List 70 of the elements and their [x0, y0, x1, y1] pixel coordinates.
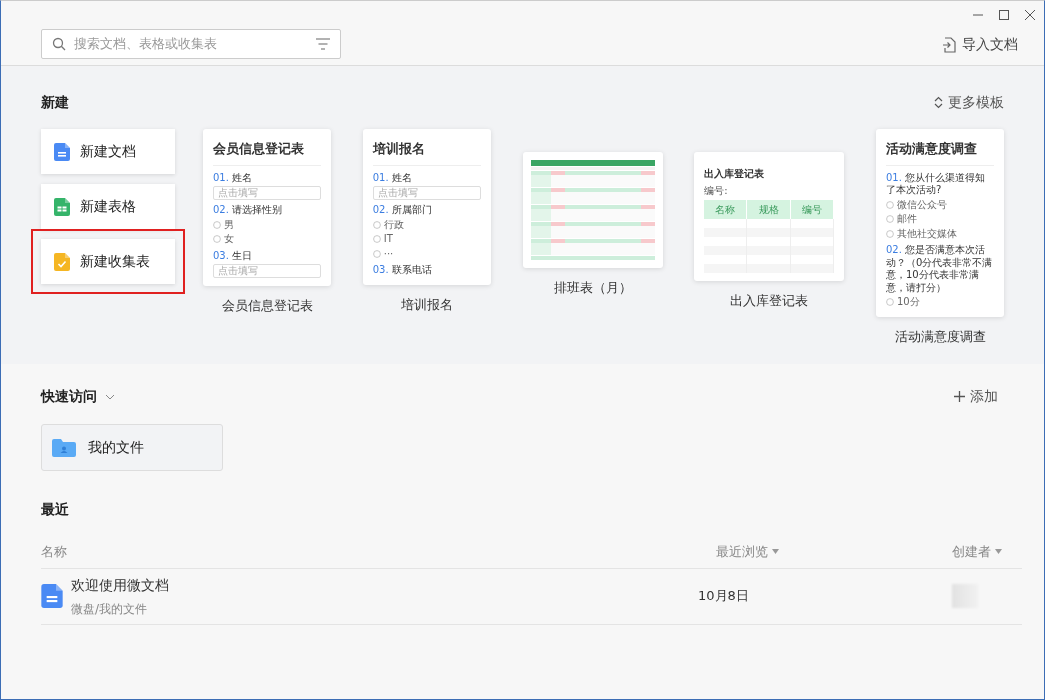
preview-option: 其他社交媒体 — [897, 227, 957, 240]
preview-label: 编号: — [704, 184, 729, 198]
column-header: 名称 — [41, 543, 67, 561]
template-name[interactable]: 培训报名 — [400, 294, 453, 314]
search-icon — [52, 37, 66, 51]
form-icon — [54, 252, 70, 271]
preview-column-header: 规格 — [746, 200, 791, 219]
preview-title: 培训报名 — [372, 139, 481, 166]
preview-question: 01. 姓名 — [372, 171, 413, 184]
preview-question: 02. 请选择性别 — [213, 204, 284, 217]
template-preview[interactable]: 培训报名 01. 姓名 点击填写 02. 所属部门 行政 IT ··· 03. 联系电话 — [362, 129, 491, 285]
preview-option: 女 — [224, 233, 234, 246]
create-button[interactable]: 新建收集表 — [41, 239, 175, 284]
preview-option: ··· — [383, 247, 394, 260]
preview-column-header: 名称 — [704, 200, 747, 219]
preview-option: 微信公众号 — [897, 198, 947, 211]
folder-card[interactable]: 我的文件 — [41, 424, 223, 471]
preview-title: 活动满意度调查 — [886, 139, 994, 166]
sort-icon[interactable] — [772, 549, 779, 555]
preview-field: 点击填写 — [372, 186, 481, 200]
preview-field: 点击填写 — [213, 264, 321, 278]
more-templates-button[interactable]: 更多模板 — [934, 92, 1004, 113]
document-icon — [54, 142, 70, 161]
preview-column-header: 编号 — [790, 200, 834, 219]
import-icon — [942, 36, 956, 53]
template-name[interactable]: 出入库登记表 — [730, 291, 809, 311]
close-icon[interactable] — [1024, 9, 1036, 21]
section-title: 新建 — [41, 93, 69, 112]
search-box[interactable]: 搜索文档、表格或收集表 — [41, 29, 341, 59]
preview-question: 02. 您是否满意本次活动？（0分代表非常不满意，10分代表非常满意，请打分） — [886, 244, 994, 294]
preview-option: 邮件 — [897, 213, 917, 226]
preview-question: 01. 您从什么渠道得知了本次活动? — [886, 171, 987, 197]
plus-icon — [954, 391, 965, 402]
preview-title: 出入库登记表 — [704, 167, 766, 181]
template-name[interactable]: 会员信息登记表 — [221, 296, 313, 316]
file-icon — [41, 584, 63, 608]
template-preview[interactable] — [522, 152, 663, 268]
template-preview[interactable]: 出入库登记表 编号: 名称 规格 编号 — [694, 152, 845, 281]
import-button[interactable]: 导入文档 — [936, 33, 1024, 56]
expand-icon — [934, 96, 943, 109]
preview-title: 会员信息登记表 — [213, 139, 321, 166]
preview-option: IT — [383, 233, 393, 246]
sort-icon[interactable] — [995, 549, 1002, 555]
spreadsheet-icon — [54, 197, 70, 216]
create-button[interactable]: 新建文档 — [41, 129, 175, 174]
preview-option: 行政 — [383, 218, 404, 231]
file-path: 微盘/我的文件 — [71, 600, 149, 618]
template-preview[interactable]: 活动满意度调查 01. 您从什么渠道得知了本次活动? 微信公众号 邮件 其他社交媒体 02. 您是否满意本次活动？（0分代表非常不满意，10分代表非常满意，请打分） 10分 — [876, 129, 1004, 317]
viewed-date: 10月8日 — [697, 587, 749, 606]
filter-icon[interactable] — [316, 38, 330, 50]
section-title: 最近 — [41, 500, 70, 519]
maximize-icon[interactable] — [998, 9, 1010, 21]
preview-question: 03. 生日 — [213, 249, 254, 262]
preview-question: 03. 联系电话 — [372, 264, 433, 277]
search-input[interactable]: 搜索文档、表格或收集表 — [72, 33, 310, 55]
template-name[interactable]: 活动满意度调查 — [894, 326, 986, 346]
add-button[interactable]: 添加 — [954, 386, 998, 407]
preview-question: 02. 所属部门 — [372, 204, 433, 217]
template-preview[interactable]: 会员信息登记表 01. 姓名 点击填写 02. 请选择性别 男 女 03. 生日 点击填写 — [203, 129, 331, 286]
preview-option: 10分 — [897, 296, 920, 309]
preview-field: 点击填写 — [213, 186, 321, 200]
section-title: 快速访问 — [41, 387, 97, 406]
preview-option: 男 — [224, 218, 234, 231]
template-name[interactable]: 排班表（月） — [553, 278, 632, 298]
create-button[interactable]: 新建表格 — [41, 184, 175, 229]
column-header[interactable]: 最近浏览 — [716, 542, 768, 562]
folder-icon — [52, 438, 76, 457]
file-name[interactable]: 欢迎使用微文档 — [71, 574, 169, 596]
radio-icon — [886, 298, 894, 307]
preview-question: 01. 姓名 — [213, 171, 254, 184]
